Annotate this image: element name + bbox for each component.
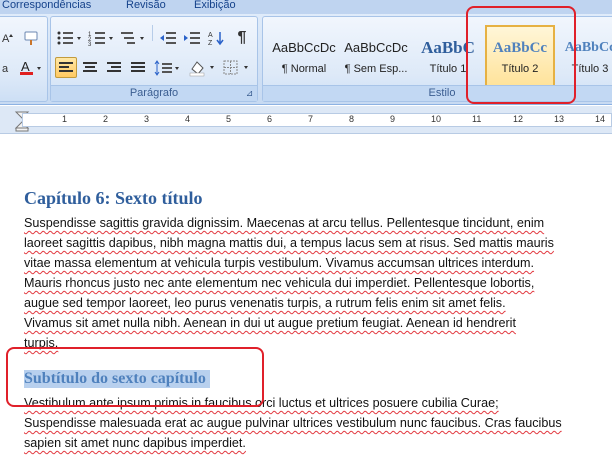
paragraph-1[interactable]: Suspendisse sagittis gravida dignissim. … — [24, 213, 604, 353]
text-line: sapien sit amet nunc dapibus imperdiet. — [24, 436, 246, 450]
paragraph-dialog-launcher-icon[interactable]: ⊿ — [244, 88, 255, 99]
text-line: vitae massa elementum at vehicula turpis… — [24, 256, 535, 270]
text-line: laoreet sagittis dapibus, nibh magna mat… — [24, 236, 554, 250]
document-page[interactable]: Capítulo 6: Sexto título Suspendisse sag… — [0, 135, 612, 465]
align-center-icon[interactable] — [79, 57, 101, 78]
justify-icon[interactable] — [127, 57, 149, 78]
ruler-number: 1 — [62, 114, 68, 124]
font-group: A a A — [0, 16, 48, 102]
shading-icon[interactable] — [187, 57, 219, 78]
ruler-number: 11 — [472, 114, 482, 124]
text-line: Suspendisse sagittis gravida dignissim. … — [24, 216, 545, 230]
ruler-number: 3 — [144, 114, 150, 124]
svg-text:A: A — [21, 59, 30, 74]
style-name: ¶ Sem Esp... — [344, 63, 408, 75]
line-spacing-icon[interactable] — [153, 57, 183, 78]
pilcrow-icon[interactable]: ¶ — [231, 27, 253, 48]
ruler-number: 10 — [431, 114, 442, 124]
decrease-indent-icon[interactable] — [157, 27, 179, 48]
ruler-number: 4 — [185, 114, 191, 124]
svg-text:a: a — [2, 63, 9, 75]
text-line: Mauris rhoncus justo nec ante elementum … — [24, 276, 535, 290]
style-name: ¶ Normal — [281, 63, 327, 75]
text-line: Suspendisse malesuada erat ac augue pulv… — [24, 416, 562, 430]
sort-icon[interactable]: AZ — [205, 27, 227, 48]
ruler-number: 7 — [308, 114, 314, 124]
text-line: augue sed tempor laoreet, leo purus vene… — [24, 296, 506, 310]
multilevel-list-icon[interactable] — [119, 27, 149, 48]
ruler-number: 5 — [226, 114, 232, 124]
bullets-icon[interactable] — [55, 27, 85, 48]
ruler-number: 14 — [595, 114, 606, 124]
paragraph-group-title: Parágrafo — [51, 85, 257, 101]
increase-indent-icon[interactable] — [181, 27, 203, 48]
style-normal[interactable]: AaBbCcDc ¶ Normal — [269, 25, 339, 87]
numbering-icon[interactable]: 123 — [87, 27, 117, 48]
tab-correspondencias[interactable]: Correspondências — [2, 0, 91, 14]
ruler-number: 8 — [349, 114, 355, 124]
style-sample: AaBbCcDc — [344, 40, 408, 55]
svg-text:Z: Z — [208, 40, 213, 46]
svg-text:3: 3 — [88, 42, 92, 46]
style-sem-espacamento[interactable]: AaBbCcDc ¶ Sem Esp... — [341, 25, 411, 87]
annotation-highlight-subheading — [6, 347, 264, 407]
font-color-icon[interactable]: A — [17, 57, 45, 78]
ruler-band — [22, 113, 612, 127]
ruler-number: 2 — [103, 114, 109, 124]
svg-text:A: A — [2, 33, 10, 45]
borders-icon[interactable] — [221, 57, 253, 78]
ruler-number: 9 — [390, 114, 396, 124]
text-direction-icon[interactable]: A — [1, 27, 15, 48]
style-sample: AaBbCcDc — [272, 40, 336, 55]
align-left-icon[interactable] — [55, 57, 77, 78]
ruler-number: 13 — [554, 114, 565, 124]
align-right-icon[interactable] — [103, 57, 125, 78]
ruler-number: 6 — [267, 114, 273, 124]
text-line: Vivamus sit amet nulla nibh. Aenean in d… — [24, 316, 516, 330]
format-painter-icon[interactable] — [21, 27, 43, 48]
tab-exibicao[interactable]: Exibição — [194, 0, 236, 14]
horizontal-ruler[interactable]: 1 2 3 4 5 6 7 8 9 10 11 12 13 14 — [0, 106, 612, 134]
paragraph-group: 123 AZ ¶ Parágrafo ⊿ — [50, 16, 258, 102]
clear-format-icon[interactable]: a — [1, 57, 15, 78]
chapter-heading[interactable]: Capítulo 6: Sexto título — [24, 188, 203, 209]
ribbon: Correspondências Revisão Exibição A a A … — [0, 0, 612, 105]
annotation-highlight-style — [466, 6, 576, 104]
ruler-number: 12 — [513, 114, 524, 124]
tab-revisao[interactable]: Revisão — [126, 0, 166, 14]
svg-text:A: A — [208, 32, 213, 39]
